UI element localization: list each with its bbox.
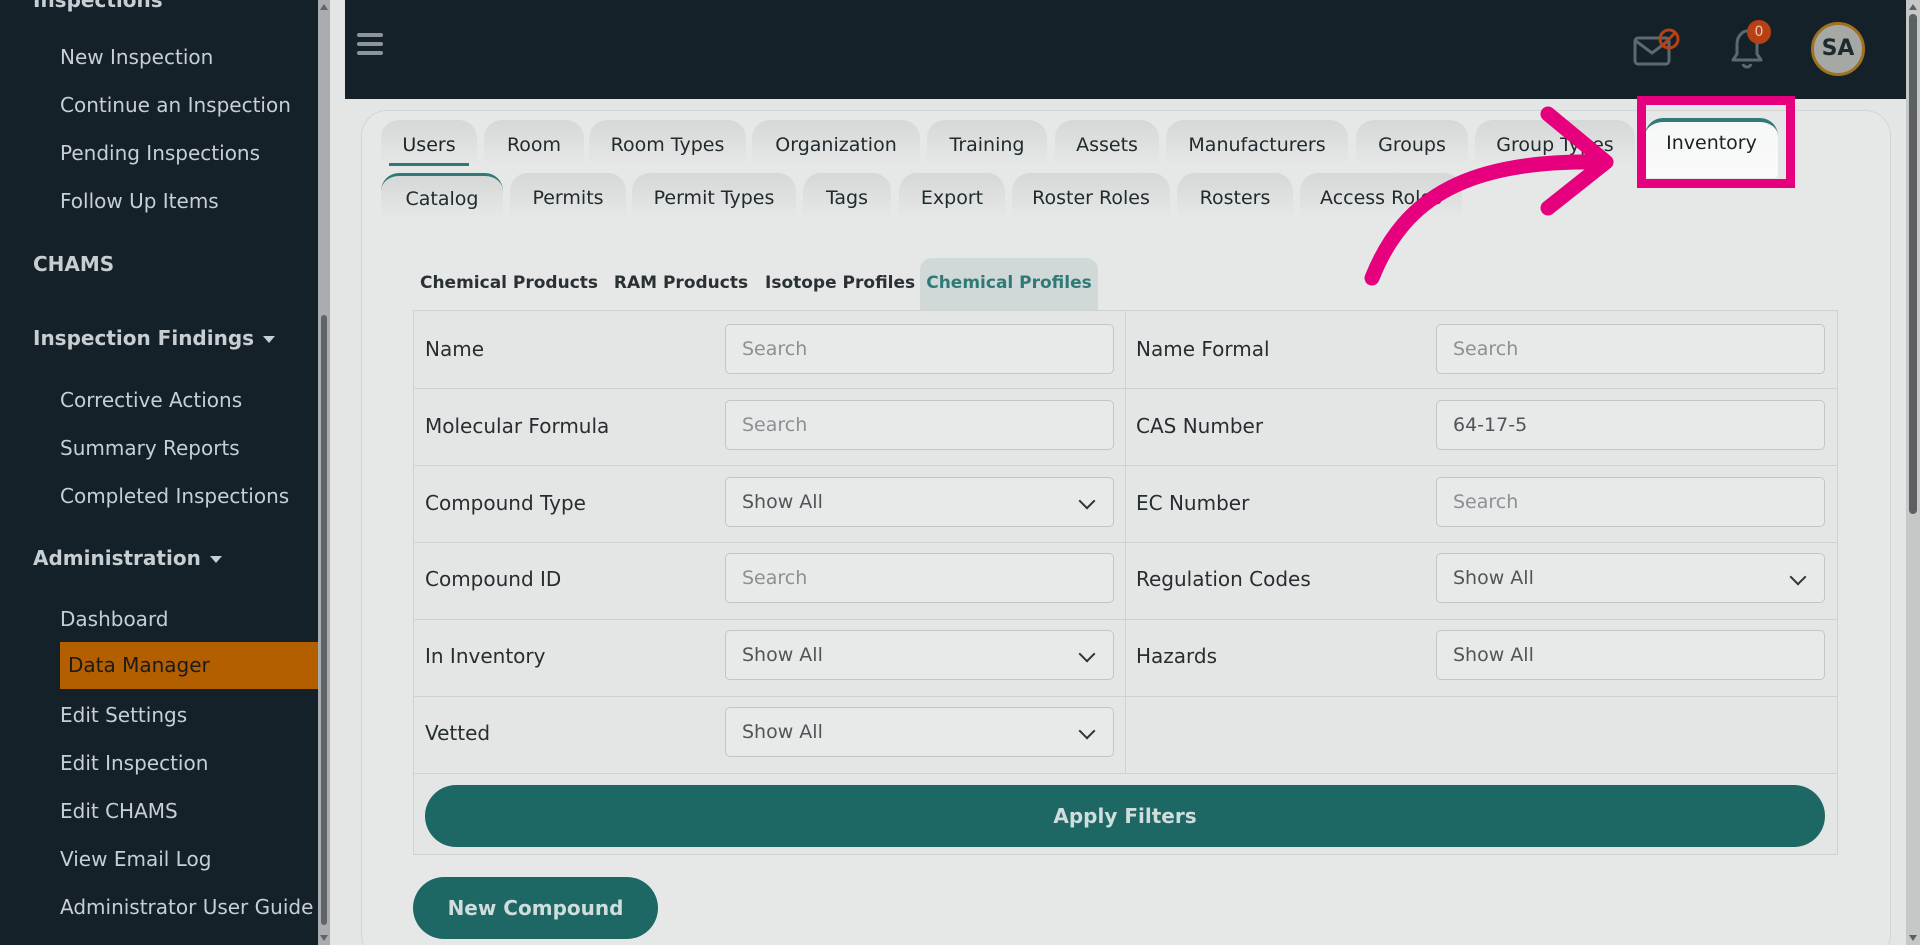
- sidebar-item-edit-chams[interactable]: Edit CHAMS: [60, 799, 178, 823]
- tab-export[interactable]: Export: [899, 173, 1005, 219]
- subtab-chemical-products[interactable]: Chemical Products: [418, 258, 600, 310]
- name-label: Name: [425, 337, 485, 361]
- sidebar-item-edit-settings[interactable]: Edit Settings: [60, 703, 187, 727]
- caret-down-icon: [263, 336, 276, 343]
- sidebar-item-admin-user-guide[interactable]: Administrator User Guide: [60, 895, 313, 919]
- filter-grid: Name Search Name Formal Search Molecular…: [413, 310, 1838, 855]
- tab-permit-types[interactable]: Permit Types: [632, 173, 796, 219]
- sidebar-section-administration[interactable]: Administration: [33, 546, 222, 570]
- compound-id-label: Compound ID: [425, 567, 562, 591]
- tab-manufacturers[interactable]: Manufacturers: [1166, 120, 1348, 166]
- notification-count-badge: 0: [1747, 20, 1771, 44]
- page-scroll-thumb[interactable]: [1909, 14, 1917, 514]
- subtab-ram-products[interactable]: RAM Products: [613, 258, 749, 310]
- scroll-down-arrow-icon[interactable]: [320, 935, 328, 941]
- tab-roster-roles[interactable]: Roster Roles: [1012, 173, 1170, 219]
- tab-permits[interactable]: Permits: [510, 173, 626, 219]
- tab-label: Users: [402, 134, 456, 156]
- name-formal-search-input[interactable]: Search: [1436, 324, 1825, 374]
- name-formal-label: Name Formal: [1136, 337, 1270, 361]
- sidebar-item-summary-reports[interactable]: Summary Reports: [60, 436, 240, 460]
- subtab-isotope-profiles[interactable]: Isotope Profiles: [765, 258, 915, 310]
- sidebar-item-continue-inspection[interactable]: Continue an Inspection: [60, 93, 291, 117]
- scroll-up-arrow-icon[interactable]: [320, 4, 328, 10]
- sidebar-item-dashboard[interactable]: Dashboard: [60, 607, 169, 631]
- page-scrollbar[interactable]: [1906, 0, 1920, 945]
- hazards-select[interactable]: Show All: [1436, 630, 1825, 680]
- sidebar-section-label: Inspection Findings: [33, 326, 255, 350]
- molecular-formula-label: Molecular Formula: [425, 414, 610, 438]
- new-compound-button[interactable]: New Compound: [413, 877, 658, 939]
- sidebar-item-view-email-log[interactable]: View Email Log: [60, 847, 211, 871]
- name-search-input[interactable]: Search: [725, 324, 1114, 374]
- sidebar-section-label: Administration: [33, 546, 201, 570]
- chevron-down-icon: [1078, 645, 1096, 663]
- tab-tags[interactable]: Tags: [803, 173, 891, 219]
- cas-number-input[interactable]: 64-17-5: [1436, 400, 1825, 450]
- chevron-down-icon: [1078, 722, 1096, 740]
- in-inventory-label: In Inventory: [425, 644, 546, 668]
- ec-number-label: EC Number: [1136, 491, 1250, 515]
- tab-catalog[interactable]: Catalog: [381, 173, 503, 219]
- molecular-formula-search-input[interactable]: Search: [725, 400, 1114, 450]
- sidebar-scrollbar[interactable]: [318, 0, 330, 945]
- tab-room[interactable]: Room: [484, 120, 584, 166]
- vetted-select[interactable]: Show All: [725, 707, 1114, 757]
- sidebar-item-follow-up-items[interactable]: Follow Up Items: [60, 189, 219, 213]
- cas-number-label: CAS Number: [1136, 414, 1264, 438]
- chevron-down-icon: [1078, 492, 1096, 510]
- tab-room-types[interactable]: Room Types: [589, 120, 746, 166]
- compound-type-select[interactable]: Show All: [725, 477, 1114, 527]
- sidebar: Inspections New Inspection Continue an I…: [0, 0, 330, 945]
- sidebar-section-inspections[interactable]: Inspections: [33, 0, 163, 12]
- hazards-label: Hazards: [1136, 644, 1218, 668]
- tab-rosters[interactable]: Rosters: [1177, 173, 1293, 219]
- sidebar-item-pending-inspections[interactable]: Pending Inspections: [60, 141, 260, 165]
- sidebar-section-inspection-findings[interactable]: Inspection Findings: [33, 326, 276, 350]
- select-value: Show All: [1453, 567, 1534, 589]
- regulation-codes-label: Regulation Codes: [1136, 567, 1311, 591]
- mail-disabled-icon[interactable]: [1632, 28, 1680, 68]
- annotation-highlight-box: [1637, 96, 1795, 188]
- compound-id-search-input[interactable]: Search: [725, 553, 1114, 603]
- tab-training[interactable]: Training: [927, 120, 1047, 166]
- sidebar-item-completed-inspections[interactable]: Completed Inspections: [60, 484, 289, 508]
- scroll-down-arrow-icon[interactable]: [1909, 935, 1917, 941]
- sidebar-item-data-manager[interactable]: Data Manager: [60, 642, 330, 689]
- select-value: Show All: [742, 721, 823, 743]
- sidebar-item-corrective-actions[interactable]: Corrective Actions: [60, 388, 242, 412]
- select-value: Show All: [742, 491, 823, 513]
- subtab-chemical-profiles[interactable]: Chemical Profiles: [920, 258, 1098, 310]
- compound-type-label: Compound Type: [425, 491, 586, 515]
- sidebar-section-chams[interactable]: CHAMS: [33, 252, 114, 276]
- vetted-label: Vetted: [425, 721, 491, 745]
- user-avatar[interactable]: SA: [1811, 22, 1865, 76]
- sidebar-item-new-inspection[interactable]: New Inspection: [60, 45, 213, 69]
- sidebar-scroll-thumb[interactable]: [321, 315, 327, 925]
- sidebar-item-edit-inspection[interactable]: Edit Inspection: [60, 751, 208, 775]
- tab-users[interactable]: Users: [381, 120, 477, 166]
- scroll-up-arrow-icon[interactable]: [1909, 4, 1917, 10]
- tab-assets[interactable]: Assets: [1055, 120, 1159, 166]
- tab-organization[interactable]: Organization: [752, 120, 920, 166]
- regulation-codes-select[interactable]: Show All: [1436, 553, 1825, 603]
- annotation-arrow-icon: [1364, 106, 1614, 286]
- in-inventory-select[interactable]: Show All: [725, 630, 1114, 680]
- top-bar: 0 SA: [345, 0, 1920, 99]
- select-value: Show All: [742, 644, 823, 666]
- hamburger-menu-icon[interactable]: [357, 33, 383, 55]
- caret-down-icon: [209, 556, 222, 563]
- ec-number-search-input[interactable]: Search: [1436, 477, 1825, 527]
- apply-filters-button[interactable]: Apply Filters: [425, 785, 1825, 847]
- chevron-down-icon: [1789, 568, 1807, 586]
